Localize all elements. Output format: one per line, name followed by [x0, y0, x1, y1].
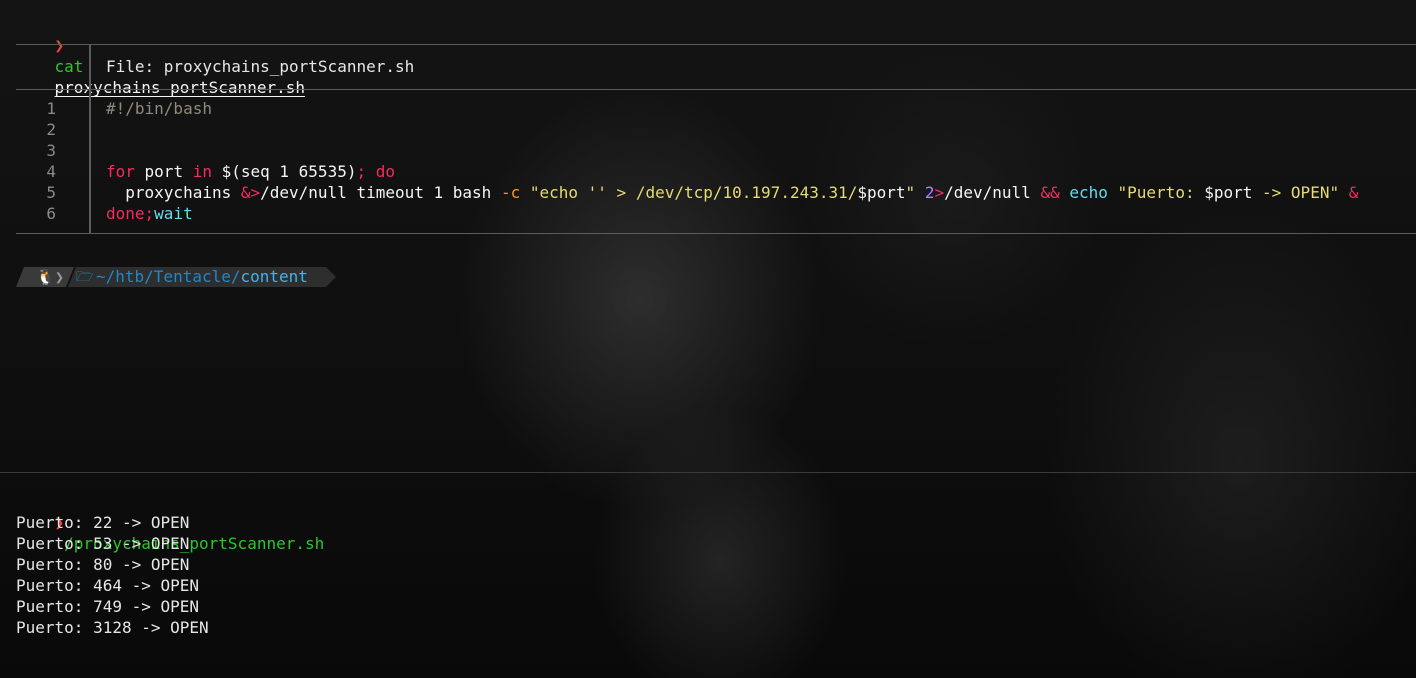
string-open: -> OPEN": [1252, 183, 1340, 202]
echo-builtin: echo: [1069, 183, 1108, 202]
bat-header-rule: [16, 89, 1416, 90]
output-line: Puerto: 53 -> OPEN: [16, 534, 190, 553]
bat-bottom-rule: [16, 233, 1416, 234]
output-line: Puerto: 80 -> OPEN: [16, 555, 190, 574]
proxychains-call: proxychains: [106, 183, 241, 202]
chevron-right-icon: ❯: [55, 268, 65, 286]
line-number: 5: [46, 183, 56, 202]
command-line-1: ❯ cat proxychains_portScanner.sh: [16, 14, 305, 97]
keyword-for: for: [106, 162, 135, 181]
command-argument: proxychains_portScanner.sh: [54, 78, 305, 97]
path-prefix: ~/htb/Tentacle/: [96, 267, 241, 286]
seq-expression: $(seq 1 65535): [211, 162, 357, 181]
keyword-do: ; do: [356, 162, 395, 181]
background-operator: &: [1348, 183, 1359, 202]
prompt-arrow-icon: ❯: [54, 36, 65, 55]
string-echo-tcp: "echo '' > /dev/tcp/10.197.243.31/: [529, 183, 858, 202]
output-line: Puerto: 749 -> OPEN: [16, 597, 200, 616]
path-cwd: content: [240, 267, 308, 286]
and-operator: &&: [1040, 183, 1060, 202]
port-variable: $port: [857, 183, 906, 202]
command-name: cat: [54, 57, 84, 76]
output-line: Puerto: 464 -> OPEN: [16, 576, 200, 595]
devnull-timeout: /dev/null timeout 1 bash: [260, 183, 501, 202]
code-line-1: #!/bin/bash: [106, 99, 212, 118]
string-quote: ": [905, 183, 916, 202]
file-header-label: File: proxychains_portScanner.sh: [106, 57, 415, 76]
bat-body-gutter-rule: [89, 90, 91, 233]
output-line: Puerto: 22 -> OPEN: [16, 513, 190, 532]
line-number: 4: [46, 162, 56, 181]
current-path: ~/htb/Tentacle/content: [96, 267, 308, 287]
line-number: 6: [46, 204, 56, 223]
code-line-6: done;wait: [106, 203, 193, 224]
bat-top-rule: [16, 44, 1416, 45]
pane-divider[interactable]: [0, 472, 1416, 473]
command-line-2: ❯ ./proxychains_portScanner.sh: [16, 491, 325, 553]
redirect-stderr: >: [934, 183, 945, 202]
output-line: Puerto: 3128 -> OPEN: [16, 618, 209, 637]
loop-variable: port: [134, 162, 193, 181]
linux-tux-icon: 🐧: [36, 268, 55, 286]
string-puerto: "Puerto:: [1117, 183, 1205, 202]
code-line-5: proxychains &>/dev/null timeout 1 bash -…: [106, 182, 1358, 203]
bat-header-gutter-rule: [89, 45, 91, 89]
code-line-4: for port in $(seq 1 65535); do: [106, 161, 395, 182]
line-number: 3: [46, 141, 56, 160]
folder-open-icon: 🗁: [76, 269, 94, 285]
keyword-done: done;: [106, 204, 155, 223]
terminal-window[interactable]: ❯ cat proxychains_portScanner.sh File: p…: [0, 0, 1416, 678]
port-variable: $port: [1204, 183, 1253, 202]
bash-flag: -c: [500, 183, 521, 202]
redirect-all: &>: [240, 183, 261, 202]
wait-builtin: wait: [154, 204, 193, 223]
keyword-in: in: [192, 162, 212, 181]
line-number: 2: [46, 120, 56, 139]
devnull: /dev/null: [944, 183, 1041, 202]
line-number: 1: [46, 99, 56, 118]
